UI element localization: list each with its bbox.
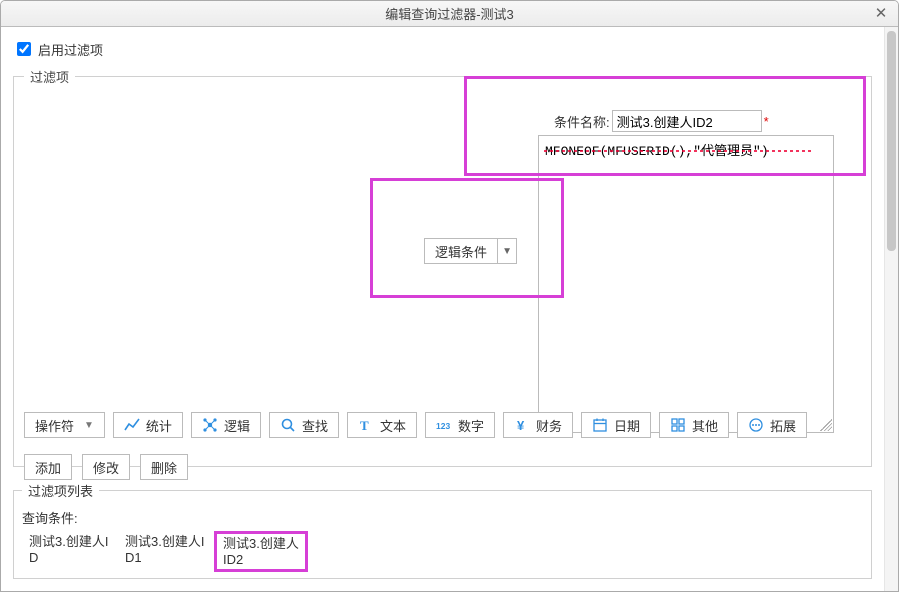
action-row: 添加 修改 删除	[24, 454, 188, 480]
text-button[interactable]: T 文本	[347, 412, 417, 438]
finance-icon: ¥	[514, 417, 530, 433]
spellcheck-squiggle	[544, 150, 812, 152]
condition-name-input[interactable]	[612, 110, 762, 132]
extend-button[interactable]: 拓展	[737, 412, 807, 438]
number-button[interactable]: 123 数字	[425, 412, 495, 438]
operator-label: 操作符	[35, 416, 74, 435]
finance-label: 财务	[536, 416, 562, 435]
close-icon[interactable]: ✕	[870, 3, 892, 23]
enable-filter-row: 启用过滤项	[13, 39, 872, 59]
text-icon: T	[358, 417, 374, 433]
other-label: 其他	[692, 416, 718, 435]
other-button[interactable]: 其他	[659, 412, 729, 438]
add-button[interactable]: 添加	[24, 454, 72, 480]
date-label: 日期	[614, 416, 640, 435]
stats-button[interactable]: 统计	[113, 412, 183, 438]
condition-item[interactable]: 测试3.创建人ID	[22, 531, 116, 572]
more-icon	[748, 417, 764, 433]
filter-list-legend: 过滤项列表	[22, 481, 99, 500]
scrollbar-thumb[interactable]	[887, 31, 896, 251]
number-icon: 123	[436, 417, 452, 433]
chevron-down-icon: ▼	[84, 420, 94, 431]
condition-item[interactable]: 测试3.创建人ID1	[118, 531, 212, 572]
condition-name-row: 条件名称: *	[554, 110, 769, 132]
search-button[interactable]: 查找	[269, 412, 339, 438]
operator-button[interactable]: 操作符 ▼	[24, 412, 105, 438]
date-button[interactable]: 日期	[581, 412, 651, 438]
query-conditions-label: 查询条件:	[22, 508, 863, 527]
logic-button[interactable]: 逻辑	[191, 412, 261, 438]
search-label: 查找	[302, 416, 328, 435]
svg-text:T: T	[360, 418, 369, 433]
vertical-scrollbar[interactable]	[884, 27, 898, 591]
number-label: 数字	[458, 416, 484, 435]
chevron-down-icon: ▼	[497, 238, 517, 264]
window-title: 编辑查询过滤器-测试3	[385, 4, 514, 23]
filter-fieldset-legend: 过滤项	[24, 67, 75, 86]
logic-condition-dropdown[interactable]: 逻辑条件 ▼	[424, 238, 517, 264]
condition-list: 测试3.创建人ID 测试3.创建人ID1 测试3.创建人ID2	[22, 531, 863, 572]
extend-label: 拓展	[770, 416, 796, 435]
formula-toolbar: 操作符 ▼ 统计 逻辑 查找 T 文本	[24, 412, 861, 438]
logic-label: 逻辑	[224, 416, 250, 435]
required-mark: *	[764, 114, 769, 129]
filter-fieldset: 过滤项 条件名称: * 逻辑条件 ▼ 操作符 ▼	[13, 67, 872, 467]
search-icon	[280, 417, 296, 433]
svg-text:¥: ¥	[517, 418, 525, 433]
calendar-icon	[592, 417, 608, 433]
grid-icon	[670, 417, 686, 433]
stats-label: 统计	[146, 416, 172, 435]
delete-button[interactable]: 删除	[140, 454, 188, 480]
expression-textarea[interactable]	[538, 135, 834, 433]
filter-list-fieldset: 过滤项列表 查询条件: 测试3.创建人ID 测试3.创建人ID1 测试3.创建人…	[13, 481, 872, 579]
text-label: 文本	[380, 416, 406, 435]
condition-item[interactable]: 测试3.创建人ID2	[214, 531, 308, 572]
finance-button[interactable]: ¥ 财务	[503, 412, 573, 438]
enable-filter-label: 启用过滤项	[38, 40, 103, 59]
titlebar: 编辑查询过滤器-测试3 ✕	[1, 1, 898, 27]
dialog-window: 编辑查询过滤器-测试3 ✕ 启用过滤项 过滤项 条件名称: * 逻辑条件 ▼	[0, 0, 899, 592]
modify-button[interactable]: 修改	[82, 454, 130, 480]
condition-name-label: 条件名称:	[554, 112, 610, 131]
stats-icon	[124, 417, 140, 433]
content-area: 启用过滤项 过滤项 条件名称: * 逻辑条件 ▼ 操作符 ▼	[1, 27, 884, 591]
logic-icon	[202, 417, 218, 433]
enable-filter-checkbox[interactable]	[17, 42, 31, 56]
svg-text:123: 123	[436, 421, 450, 431]
logic-condition-label: 逻辑条件	[424, 238, 497, 264]
